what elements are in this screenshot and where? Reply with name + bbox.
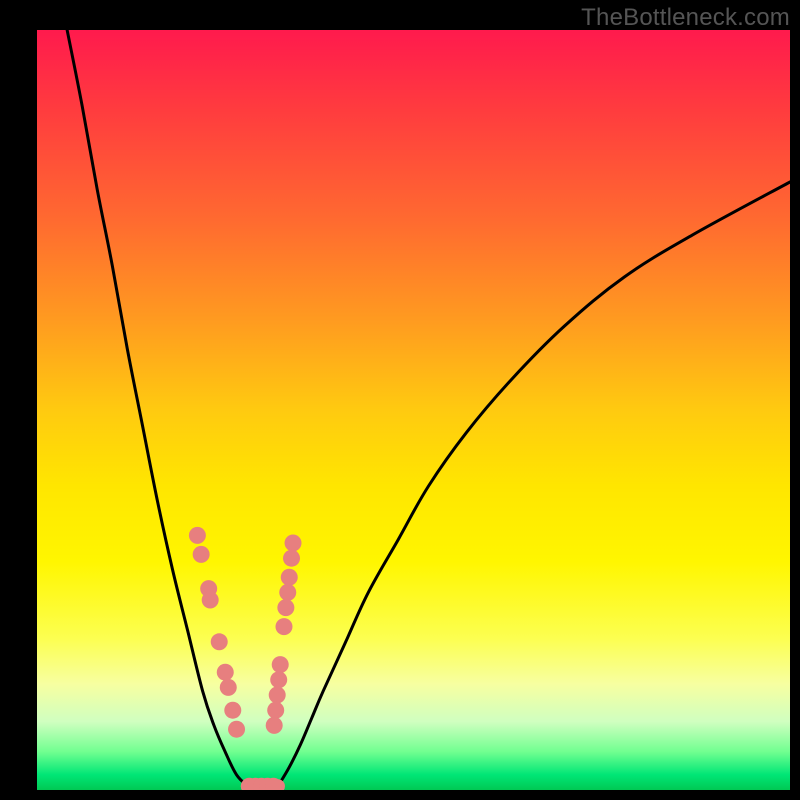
plot-svg [37, 30, 790, 790]
watermark-text: TheBottleneck.com [581, 4, 790, 32]
data-marker-right [275, 618, 292, 635]
data-marker-left [211, 633, 228, 650]
data-marker-left [224, 702, 241, 719]
data-marker-left [228, 721, 245, 738]
data-marker-right [266, 717, 283, 734]
data-marker-left [193, 546, 210, 563]
data-marker-left [220, 679, 237, 696]
data-marker-right [283, 550, 300, 567]
data-marker-right [270, 671, 287, 688]
plot-area [37, 30, 790, 790]
data-marker-left [202, 592, 219, 609]
chart-container: TheBottleneck.com [0, 0, 800, 800]
data-marker-right [267, 702, 284, 719]
data-marker-right [277, 599, 294, 616]
data-marker-right [281, 569, 298, 586]
data-marker-right [269, 687, 286, 704]
data-marker-right [272, 656, 289, 673]
data-marker-left [189, 527, 206, 544]
data-marker-left [217, 664, 234, 681]
series-right-curve [278, 182, 790, 786]
data-marker-right [279, 584, 296, 601]
data-marker-right [285, 535, 302, 552]
